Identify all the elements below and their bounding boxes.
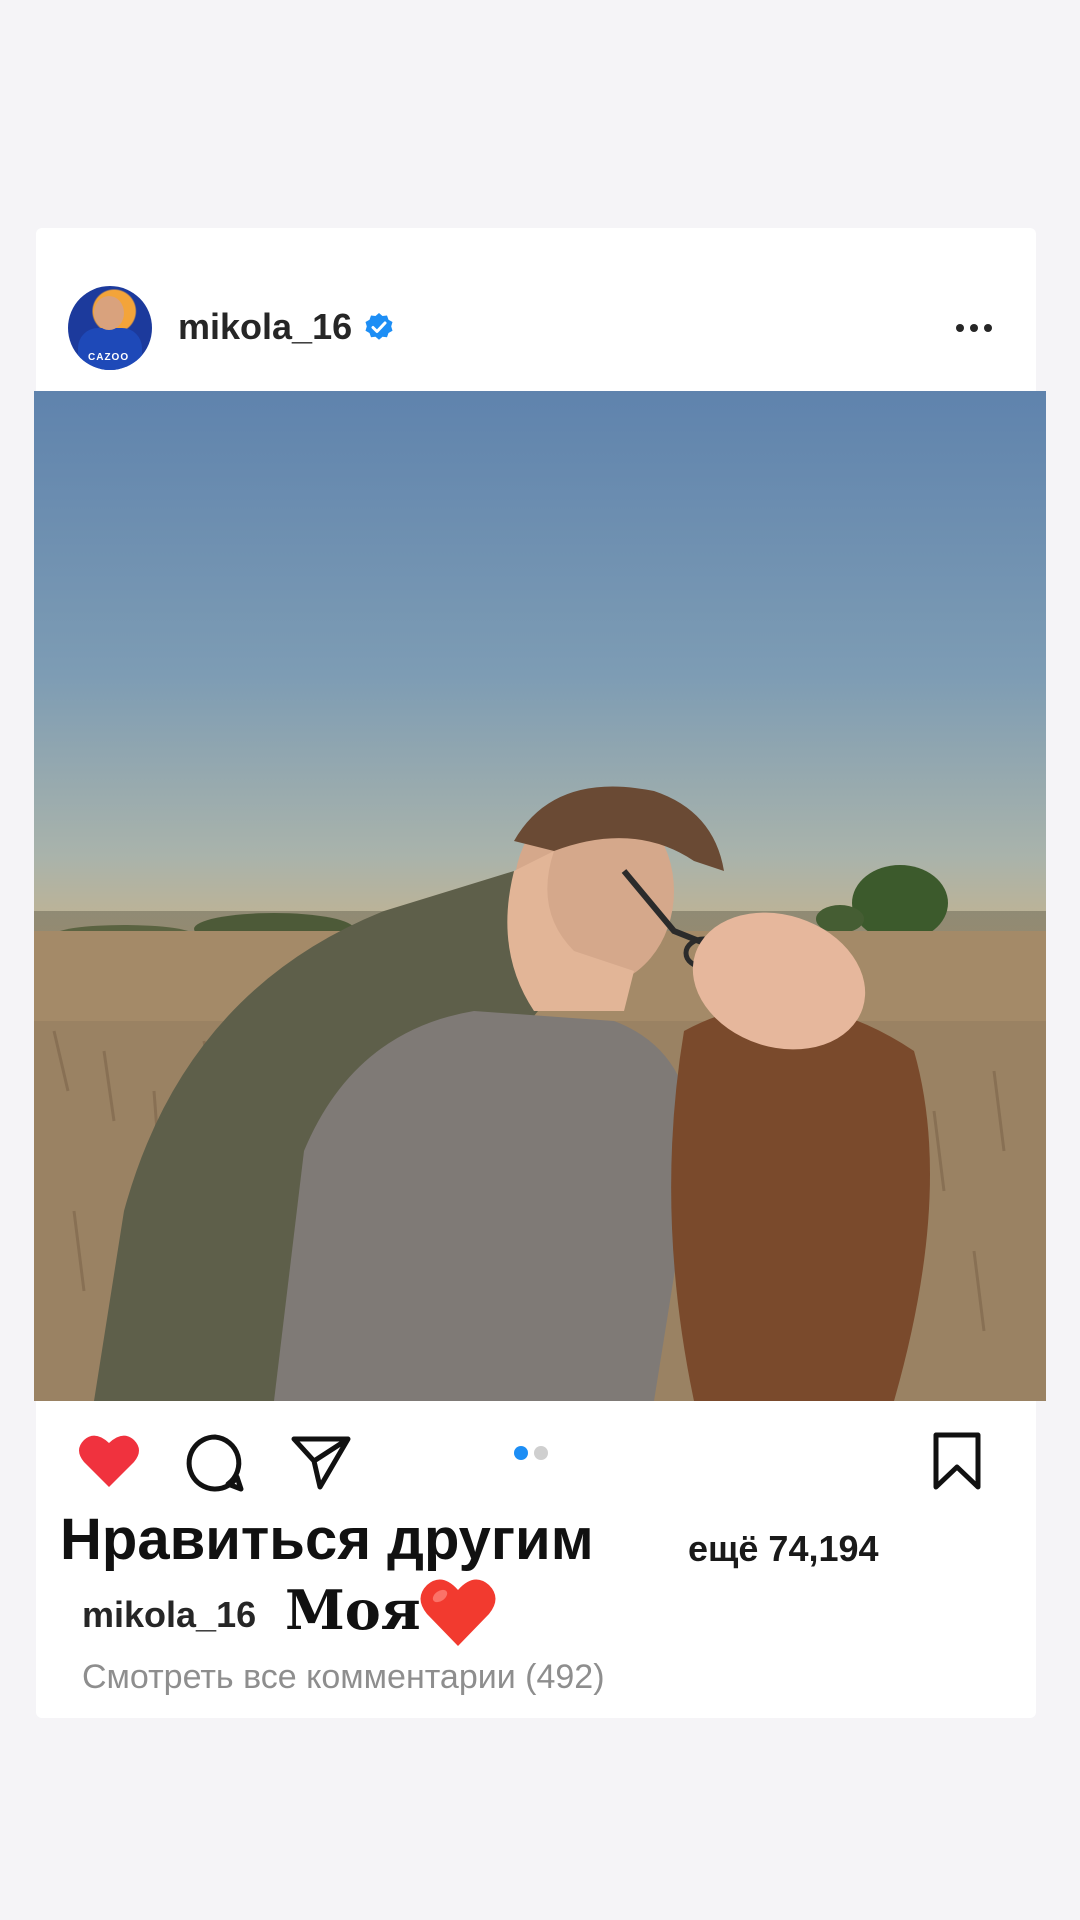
post-username[interactable]: mikola_16 (178, 306, 352, 348)
avatar-sponsor-text: CAZOO (88, 352, 130, 363)
view-all-comments-link[interactable]: Смотреть все комментарии (492) (82, 1658, 605, 1697)
likes-count[interactable]: ещё 74,194 (688, 1528, 879, 1570)
photo-illustration (34, 786, 1046, 1401)
more-icon[interactable] (952, 314, 996, 342)
heart-icon[interactable] (78, 1433, 140, 1489)
caption-username[interactable]: mikola_16 (82, 1594, 256, 1636)
comment-icon[interactable] (185, 1433, 245, 1493)
caption-text: Моя (285, 1578, 421, 1642)
red-heart-icon (420, 1579, 496, 1646)
carousel-dot (534, 1446, 548, 1460)
carousel-indicator (514, 1446, 554, 1465)
post-header: CAZOO mikola_16 (36, 228, 1036, 390)
post-photo[interactable] (34, 391, 1046, 1401)
likes-label[interactable]: Нравиться другим (60, 1506, 594, 1573)
share-icon[interactable] (290, 1433, 352, 1491)
verified-badge-icon (365, 313, 393, 340)
avatar[interactable]: CAZOO (68, 286, 152, 370)
carousel-dot-active (514, 1446, 528, 1460)
bookmark-icon[interactable] (932, 1431, 982, 1491)
